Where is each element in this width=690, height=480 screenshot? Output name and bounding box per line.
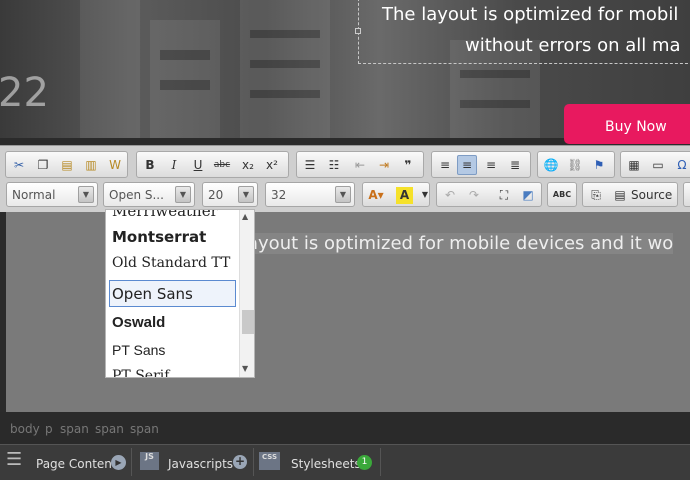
add-icon[interactable]: + — [233, 455, 247, 469]
path-item-span[interactable]: span — [95, 422, 124, 436]
undo-icon[interactable]: ↶ — [440, 185, 460, 205]
link-icon[interactable]: 🌐 — [541, 155, 561, 175]
font-select-value: Open S... — [109, 188, 164, 202]
history-group: ↶ ↷ ⛶ ◩ — [436, 182, 542, 207]
source-button-label[interactable]: Source — [631, 188, 672, 202]
play-icon[interactable]: ▶ — [111, 455, 126, 470]
chevron-down-icon[interactable]: ▼ — [415, 185, 435, 205]
unlink-icon[interactable]: ⛓ — [565, 155, 585, 175]
hero-headline-line2: without errors on all ma — [465, 35, 681, 56]
font-option-open-sans[interactable]: Open Sans — [112, 285, 193, 303]
font-option-montserrat[interactable]: Montserrat — [112, 228, 206, 246]
page-content-tab[interactable]: Page Content — [36, 457, 117, 471]
basic-styles-group: B I U abc x₂ x² — [136, 151, 289, 178]
copy-icon[interactable]: ❐ — [33, 155, 53, 175]
horizontal-line-icon[interactable]: ▭ — [648, 155, 668, 175]
font-option-pt-sans[interactable]: PT Sans — [112, 342, 165, 358]
subscript-icon[interactable]: x₂ — [238, 155, 258, 175]
justify-icon[interactable]: ≣ — [505, 155, 525, 175]
chevron-down-icon[interactable]: ▼ — [78, 186, 94, 203]
background-color-icon[interactable]: A — [396, 187, 413, 204]
path-item-span[interactable]: span — [130, 422, 159, 436]
format-select[interactable]: Normal ▼ — [6, 182, 98, 207]
links-group: 🌐 ⛓ ⚑ — [537, 151, 615, 178]
numbered-list-icon[interactable]: ☰ — [300, 155, 320, 175]
chevron-down-icon[interactable]: ▼ — [175, 186, 191, 203]
font-size-select[interactable]: 20 ▼ — [202, 182, 258, 207]
text-color-icon[interactable]: A▾ — [366, 185, 386, 205]
path-item-body[interactable]: body — [10, 422, 40, 436]
scroll-down-icon[interactable]: ▼ — [242, 364, 248, 373]
spellcheck-icon[interactable]: ABC — [552, 185, 572, 205]
paste-icon[interactable]: ▤ — [57, 155, 77, 175]
font-option-old-standard-tt[interactable]: Old Standard TT — [112, 255, 230, 271]
superscript-icon[interactable]: x² — [262, 155, 282, 175]
bulleted-list-icon[interactable]: ☷ — [324, 155, 344, 175]
table-icon[interactable]: ▦ — [624, 155, 644, 175]
chevron-down-icon[interactable]: ▼ — [238, 186, 254, 203]
path-item-span[interactable]: span — [60, 422, 89, 436]
css-badge: CSS — [259, 452, 280, 470]
hero-headline-line1: The layout is optimized for mobil — [382, 4, 679, 25]
menu-icon[interactable]: ☰ — [6, 451, 26, 471]
indent-icon[interactable]: ⇥ — [374, 155, 394, 175]
color-group: A▾ A ▼ — [362, 182, 430, 207]
source-group: ⎘ ▤ Source — [582, 182, 678, 207]
align-left-icon[interactable]: ≡ — [435, 155, 455, 175]
eraser-icon[interactable]: ◩ — [518, 185, 538, 205]
js-badge: JS — [140, 452, 159, 470]
overflow-group[interactable] — [683, 182, 690, 207]
cut-icon[interactable]: ✂ — [9, 155, 29, 175]
line-height-value: 32 — [271, 188, 287, 202]
hero-background-number: 22 — [0, 70, 49, 116]
divider — [131, 448, 132, 476]
bold-icon[interactable]: B — [140, 155, 160, 175]
redo-icon[interactable]: ↷ — [464, 185, 484, 205]
align-right-icon[interactable]: ≡ — [481, 155, 501, 175]
italic-icon[interactable]: I — [164, 155, 184, 175]
font-option-merriweather[interactable]: Merriweather — [112, 210, 218, 220]
paste-word-icon[interactable]: W — [105, 155, 125, 175]
resize-handle[interactable] — [355, 28, 361, 34]
dropdown-scrollbar[interactable]: ▲ ▼ — [239, 210, 254, 377]
font-dropdown: Merriweather Montserrat Old Standard TT … — [105, 209, 255, 378]
editor-text[interactable]: ayout is optimized for mobile devices an… — [247, 233, 674, 254]
divider — [253, 448, 254, 476]
outdent-icon[interactable]: ⇤ — [350, 155, 370, 175]
spellcheck-group: ABC — [547, 182, 577, 207]
special-char-icon[interactable]: Ω — [672, 155, 690, 175]
buy-now-button[interactable]: Buy Now — [564, 104, 690, 144]
scroll-up-icon[interactable]: ▲ — [242, 212, 248, 221]
font-size-value: 20 — [208, 188, 224, 202]
line-height-select[interactable]: 32 ▼ — [265, 182, 355, 207]
templates-icon[interactable]: ⎘ — [586, 185, 606, 205]
clipboard-group: ✂ ❐ ▤ ▥ W — [5, 151, 128, 178]
align-group: ≡ ≡ ≡ ≣ — [431, 151, 531, 178]
maximize-icon[interactable]: ⛶ — [494, 185, 514, 205]
stylesheets-tab[interactable]: Stylesheets — [291, 457, 361, 471]
divider — [380, 448, 381, 476]
javascripts-tab[interactable]: Javascripts — [168, 457, 233, 471]
align-center-icon[interactable]: ≡ — [457, 155, 477, 175]
format-select-value: Normal — [12, 188, 56, 202]
blockquote-icon[interactable]: ❞ — [398, 155, 418, 175]
source-icon[interactable]: ▤ — [610, 185, 630, 205]
path-item-p[interactable]: p — [45, 422, 53, 436]
stylesheets-count-badge: 1 — [357, 455, 372, 470]
paste-text-icon[interactable]: ▥ — [81, 155, 101, 175]
font-option-oswald[interactable]: Oswald — [112, 314, 165, 331]
insert-group: ▦ ▭ Ω — [620, 151, 690, 178]
underline-icon[interactable]: U — [188, 155, 208, 175]
scrollbar-thumb[interactable] — [242, 310, 254, 334]
anchor-flag-icon[interactable]: ⚑ — [589, 155, 609, 175]
list-group: ☰ ☷ ⇤ ⇥ ❞ — [296, 151, 424, 178]
font-option-pt-serif[interactable]: PT Serif — [112, 368, 169, 377]
font-select[interactable]: Open S... ▼ — [103, 182, 195, 207]
strikethrough-icon[interactable]: abc — [212, 155, 232, 175]
chevron-down-icon[interactable]: ▼ — [335, 186, 351, 203]
